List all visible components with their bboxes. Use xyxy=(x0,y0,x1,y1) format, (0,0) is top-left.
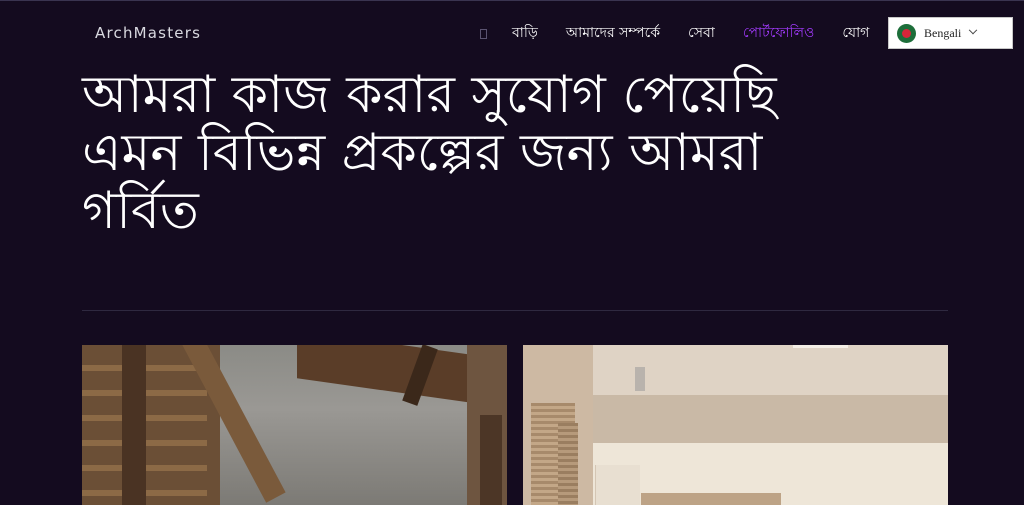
wooden-post xyxy=(122,345,146,505)
brand-logo[interactable]: ArchMasters xyxy=(95,24,201,42)
language-selector[interactable]: Bengali xyxy=(888,17,1013,49)
broken-image-icon xyxy=(478,26,488,40)
main-nav: বাড়ি আমাদের সম্পর্কে সেবা পোর্টফোলিও যো… xyxy=(478,21,897,45)
page-title: আমরা কাজ করার সুযোগ পেয়েছি এমন বিভিন্ন … xyxy=(82,65,777,241)
nav-item-contact[interactable]: যোগ xyxy=(842,21,869,45)
bangladesh-flag-icon xyxy=(897,23,916,43)
divider xyxy=(82,310,948,311)
louvered-shutter xyxy=(558,423,578,505)
chevron-down-icon xyxy=(969,25,978,35)
top-border xyxy=(0,0,1024,1)
curtain xyxy=(641,493,781,505)
wooden-door xyxy=(480,415,502,505)
ceiling-light-strip xyxy=(793,345,848,348)
language-selector-value: Bengali xyxy=(924,25,962,40)
nav-item-portfolio[interactable]: পোর্টফোলিও xyxy=(743,21,815,45)
nav-item-services[interactable]: সেবা xyxy=(688,21,715,45)
nav-item-home[interactable]: বাড়ি xyxy=(512,21,538,45)
portfolio-card-1[interactable] xyxy=(82,345,507,505)
ceiling-lamp xyxy=(635,367,645,391)
portfolio-card-2[interactable] xyxy=(523,345,948,505)
white-cabinet xyxy=(595,465,640,505)
nav-item-about[interactable]: আমাদের সম্পর্কে xyxy=(566,21,660,45)
ceiling-beam xyxy=(593,395,948,443)
